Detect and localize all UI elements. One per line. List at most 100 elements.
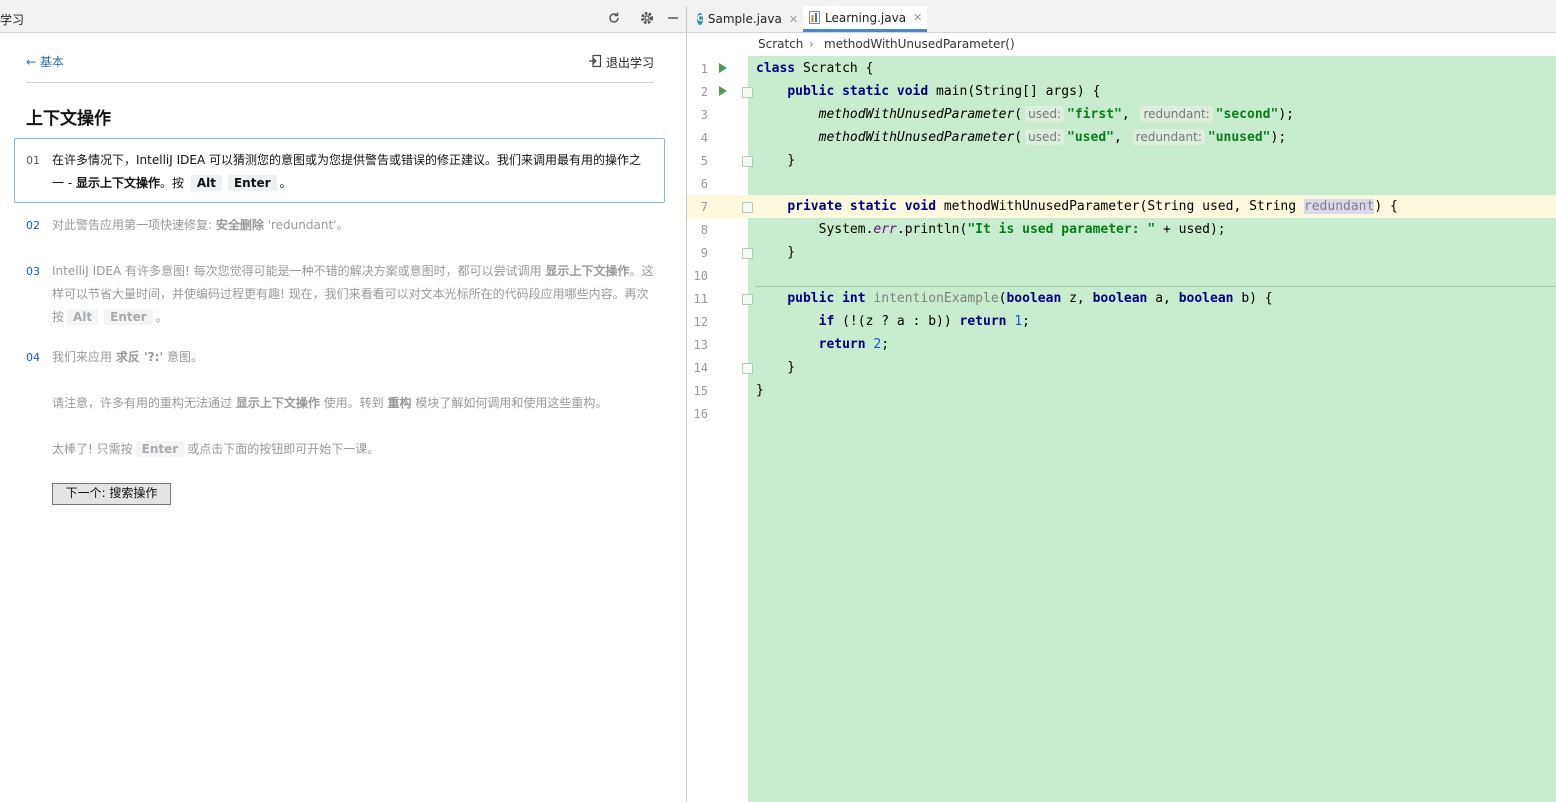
tab-sample-java[interactable]: C Sample.java ✕ — [691, 6, 801, 32]
step-number: 02 — [26, 219, 40, 232]
step-text: 。 — [279, 176, 292, 190]
step-text: 意图。 — [163, 350, 203, 364]
class-c-icon: C — [697, 13, 703, 25]
run-gutter-icon[interactable] — [719, 86, 727, 96]
fold-icon[interactable] — [742, 248, 753, 259]
step-text: 一 - — [52, 176, 76, 190]
run-gutter-icon[interactable] — [719, 63, 727, 73]
line-number: 14 — [693, 361, 708, 375]
exit-learning-link[interactable]: 退出学习 — [588, 54, 654, 71]
back-link-label: 基本 — [39, 55, 64, 69]
restart-icon[interactable] — [606, 10, 622, 26]
next-lesson-button[interactable]: 下一个: 搜索操作 — [52, 483, 171, 505]
note-text: 模块了解如何调用和使用这些重构。 — [411, 396, 608, 410]
step-action-name: 显示上下文操作 — [545, 264, 630, 278]
step-action-name: 显示上下文操作 — [75, 176, 160, 190]
code-line[interactable]: } — [756, 241, 795, 264]
fold-icon[interactable] — [742, 294, 753, 305]
code-line[interactable]: if (!(z ? a : b)) return 1; — [756, 310, 1030, 333]
code-line[interactable]: methodWithUnusedParameter(used: "first", … — [756, 103, 1294, 126]
code-line[interactable]: class Scratch { — [756, 57, 873, 80]
minimize-icon[interactable] — [665, 10, 681, 26]
completion-text: 或点击下面的按钮即可开始下一课。 — [187, 442, 380, 456]
learn-panel: 学习 ← 基本 退出学习 上下文操作 01 在许多情况下，IntelliJ ID… — [0, 6, 686, 802]
step-action-name: 求反 '?:' — [115, 350, 164, 364]
close-icon[interactable]: ✕ — [789, 13, 798, 26]
fold-icon[interactable] — [742, 363, 753, 374]
step-text: 。这 — [629, 264, 654, 278]
close-icon[interactable]: ✕ — [913, 11, 922, 24]
param-hint: used: — [1025, 129, 1065, 145]
step-text: 按 — [52, 310, 65, 324]
note-text: 使用。转到 — [319, 396, 388, 410]
fold-icon[interactable] — [742, 156, 753, 167]
breadcrumb-class[interactable]: Scratch — [758, 37, 803, 51]
code-line[interactable]: private static void methodWithUnusedPara… — [756, 195, 1398, 218]
line-number: 5 — [700, 154, 708, 168]
java-file-icon — [809, 11, 820, 24]
line-number: 15 — [693, 384, 708, 398]
code-line[interactable]: } — [756, 356, 795, 379]
code-line[interactable]: return 2; — [756, 333, 889, 356]
code-line[interactable]: methodWithUnusedParameter(used: "used", r… — [756, 126, 1286, 149]
line-number: 16 — [693, 407, 708, 421]
step-text: 。 — [155, 310, 168, 324]
arrow-left-icon: ← — [26, 55, 37, 69]
shortcut-key-enter: Enter — [104, 309, 153, 325]
line-number: 13 — [693, 338, 708, 352]
step-action-name: 安全删除 — [215, 218, 264, 232]
step-number: 04 — [26, 351, 40, 364]
note-bold: 重构 — [387, 396, 412, 410]
code-line[interactable]: public static void main(String[] args) { — [756, 80, 1100, 103]
param-hint: redundant: — [1140, 106, 1213, 122]
tab-label: Learning.java — [825, 10, 907, 25]
breadcrumb: Scratch › methodWithUnusedParameter() — [687, 33, 1556, 56]
exit-link-label: 退出学习 — [605, 56, 654, 70]
step-text: 。按 — [159, 176, 184, 190]
note-text: 请注意，许多有用的重构无法通过 — [52, 396, 236, 410]
breadcrumb-separator-icon: › — [809, 37, 814, 51]
step-text: IntelliJ IDEA 有许多意图! 每次您觉得可能是一种不错的解决方案或意… — [52, 264, 546, 278]
line-number: 7 — [700, 200, 708, 214]
note-bold: 显示上下文操作 — [235, 396, 320, 410]
completion-text: 太棒了! 只需按 — [52, 442, 133, 456]
shortcut-key-enter: Enter — [227, 175, 277, 191]
shortcut-key-enter: Enter — [135, 441, 185, 457]
line-number: 12 — [693, 315, 708, 329]
step-text: 样可以节省大量时间，并使编码过程更有趣! 现在，我们来看看可以对文本光标所在的代… — [52, 287, 649, 301]
code-editor[interactable] — [748, 56, 1556, 802]
fold-icon[interactable] — [742, 87, 753, 98]
step-number: 03 — [26, 265, 40, 278]
line-number: 10 — [693, 269, 708, 283]
exit-icon — [588, 54, 602, 71]
param-hint: used: — [1025, 106, 1065, 122]
completion-message: 太棒了! 只需按 Enter 或点击下面的按钮即可开始下一课。 — [52, 438, 662, 461]
tab-learning-java[interactable]: Learning.java ✕ — [803, 6, 927, 32]
code-line[interactable]: } — [756, 149, 795, 172]
code-line[interactable]: System.err.println("It is used parameter… — [756, 218, 1226, 241]
line-number: 11 — [693, 292, 708, 306]
code-line[interactable]: public int intentionExample(boolean z, b… — [756, 287, 1272, 310]
back-to-basics-link[interactable]: ← 基本 — [26, 53, 64, 70]
line-number: 8 — [700, 223, 708, 237]
tab-label: Sample.java — [707, 12, 782, 26]
gear-icon[interactable] — [639, 10, 655, 26]
param-hint: redundant: — [1132, 129, 1205, 145]
lesson-title: 上下文操作 — [26, 109, 111, 129]
line-number: 1 — [700, 62, 708, 76]
line-number: 3 — [700, 108, 708, 122]
refactoring-note: 请注意，许多有用的重构无法通过 显示上下文操作 使用。转到 重构 模块了解如何调… — [52, 392, 662, 415]
code-line[interactable]: } — [756, 379, 764, 402]
step-text: 我们来应用 — [52, 350, 116, 364]
line-number: 9 — [700, 246, 708, 260]
fold-icon[interactable] — [742, 202, 753, 213]
step-number: 01 — [26, 154, 40, 167]
shortcut-key-alt: Alt — [190, 175, 222, 191]
editor-tab-bar: C Sample.java ✕ Learning.java ✕ — [687, 6, 1556, 33]
breadcrumb-method[interactable]: methodWithUnusedParameter() — [824, 37, 1015, 51]
line-number: 2 — [700, 85, 708, 99]
line-number: 4 — [700, 131, 708, 145]
shortcut-key-alt: Alt — [67, 309, 99, 325]
step-text: 'redundant'。 — [263, 218, 349, 232]
step-text: 对此警告应用第一项快速修复: — [52, 218, 216, 232]
